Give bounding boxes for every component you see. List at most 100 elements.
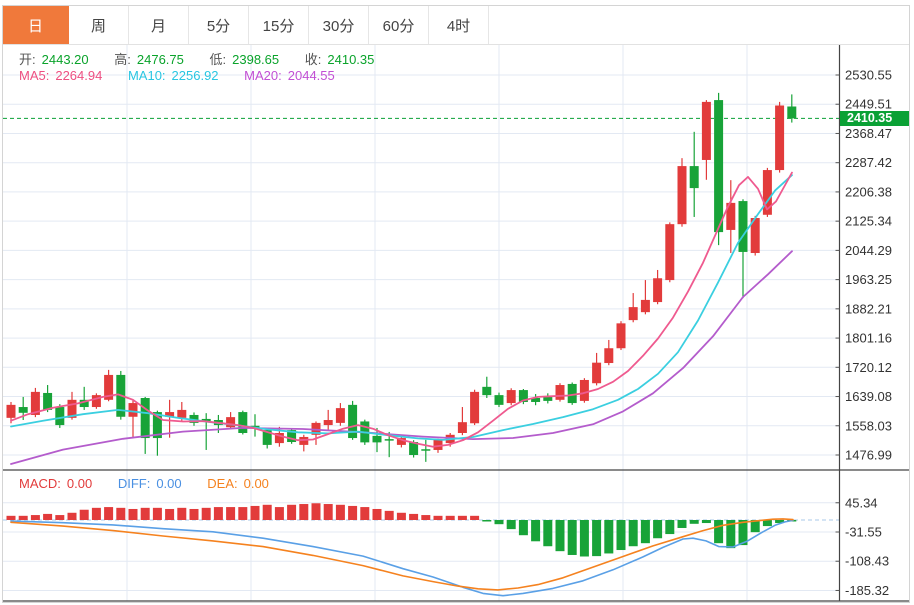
tab-day[interactable]: 日 — [3, 6, 69, 44]
macd-bar[interactable] — [592, 520, 602, 557]
candle[interactable] — [640, 299, 650, 313]
candle[interactable] — [494, 395, 504, 405]
candle[interactable] — [43, 392, 53, 410]
candle[interactable] — [238, 412, 248, 433]
macd-bar[interactable] — [653, 520, 663, 539]
macd-bar[interactable] — [287, 504, 297, 520]
candle[interactable] — [457, 422, 467, 433]
candle[interactable] — [128, 403, 138, 417]
macd-bar[interactable] — [421, 515, 431, 520]
candle[interactable] — [421, 449, 431, 451]
macd-bar[interactable] — [604, 520, 614, 554]
candle[interactable] — [470, 391, 480, 424]
macd-bar[interactable] — [531, 520, 541, 542]
macd-bar[interactable] — [30, 515, 40, 520]
macd-bar[interactable] — [714, 520, 724, 544]
macd-bar[interactable] — [128, 508, 138, 520]
candle[interactable] — [567, 383, 577, 404]
candle[interactable] — [677, 166, 687, 225]
macd-bar[interactable] — [91, 507, 101, 520]
candle[interactable] — [628, 307, 638, 321]
macd-bar[interactable] — [79, 509, 89, 520]
candle[interactable] — [55, 407, 65, 426]
macd-bar[interactable] — [372, 508, 382, 520]
macd-bar[interactable] — [409, 513, 419, 520]
macd-bar[interactable] — [140, 507, 150, 520]
candle[interactable] — [323, 420, 333, 426]
candle[interactable] — [616, 323, 626, 349]
macd-bar[interactable] — [6, 515, 16, 520]
candle[interactable] — [348, 404, 358, 439]
candle[interactable] — [177, 409, 187, 418]
macd-bar[interactable] — [226, 507, 236, 520]
macd-bar[interactable] — [311, 503, 321, 520]
macd-bar[interactable] — [116, 507, 126, 520]
macd-bar[interactable] — [579, 520, 589, 557]
candle[interactable] — [775, 105, 785, 171]
macd-bar[interactable] — [555, 520, 565, 552]
macd-bar[interactable] — [433, 515, 443, 520]
macd-bar[interactable] — [701, 520, 711, 524]
tab-month[interactable]: 月 — [129, 6, 189, 44]
macd-bar[interactable] — [518, 520, 528, 536]
candle[interactable] — [555, 385, 565, 400]
macd-bar[interactable] — [299, 504, 309, 520]
macd-bar[interactable] — [396, 512, 406, 520]
macd-bar[interactable] — [213, 507, 223, 520]
macd-bar[interactable] — [67, 512, 77, 520]
candle[interactable] — [543, 396, 553, 401]
tab-week[interactable]: 周 — [69, 6, 129, 44]
macd-bar[interactable] — [470, 515, 480, 520]
macd-bar[interactable] — [262, 504, 272, 520]
tab-60min[interactable]: 60分 — [369, 6, 429, 44]
macd-bar[interactable] — [43, 513, 53, 520]
kline-chart[interactable]: 2530.55 2449.51 2368.47 2287.42 2206.38 2125.… — [3, 45, 909, 603]
macd-bar[interactable] — [55, 515, 65, 520]
candle[interactable] — [592, 362, 602, 384]
candle[interactable] — [384, 439, 394, 441]
candle[interactable] — [140, 398, 150, 439]
chart-area[interactable]: 2530.55 2449.51 2368.47 2287.42 2206.38 2125.… — [3, 45, 909, 603]
macd-bar[interactable] — [457, 515, 467, 520]
candle[interactable] — [701, 101, 711, 160]
macd-bar[interactable] — [201, 507, 211, 520]
macd-bar[interactable] — [445, 515, 455, 520]
macd-bar[interactable] — [323, 504, 333, 520]
candle[interactable] — [372, 435, 382, 443]
candle[interactable] — [482, 386, 492, 396]
macd-bar[interactable] — [250, 505, 260, 520]
macd-bar[interactable] — [238, 507, 248, 520]
macd-bar[interactable] — [616, 520, 626, 551]
macd-bar[interactable] — [567, 520, 577, 555]
macd-bar[interactable] — [384, 510, 394, 520]
macd-bar[interactable] — [274, 507, 284, 520]
candle[interactable] — [6, 404, 16, 418]
macd-bar[interactable] — [640, 520, 650, 544]
macd-bar[interactable] — [543, 520, 553, 547]
tab-15min[interactable]: 15分 — [249, 6, 309, 44]
macd-bar[interactable] — [762, 520, 772, 527]
candle[interactable] — [714, 100, 724, 233]
macd-bar[interactable] — [189, 508, 199, 520]
candle[interactable] — [18, 407, 28, 413]
macd-bar[interactable] — [689, 520, 699, 524]
macd-bar[interactable] — [104, 507, 114, 520]
macd-bar[interactable] — [348, 505, 358, 520]
candle[interactable] — [604, 348, 614, 364]
macd-bar[interactable] — [677, 520, 687, 528]
candle[interactable] — [506, 390, 516, 404]
macd-bar[interactable] — [165, 508, 175, 520]
macd-bar[interactable] — [482, 520, 492, 522]
candle[interactable] — [787, 106, 797, 119]
candle[interactable] — [579, 379, 589, 401]
macd-bar[interactable] — [360, 507, 370, 520]
candle[interactable] — [738, 201, 748, 252]
macd-bar[interactable] — [494, 520, 504, 525]
candle[interactable] — [653, 278, 663, 303]
candle[interactable] — [689, 166, 699, 189]
macd-bar[interactable] — [18, 515, 28, 520]
macd-bar[interactable] — [628, 520, 638, 547]
macd-bar[interactable] — [335, 504, 345, 520]
macd-bar[interactable] — [665, 520, 675, 535]
macd-bar[interactable] — [177, 507, 187, 520]
